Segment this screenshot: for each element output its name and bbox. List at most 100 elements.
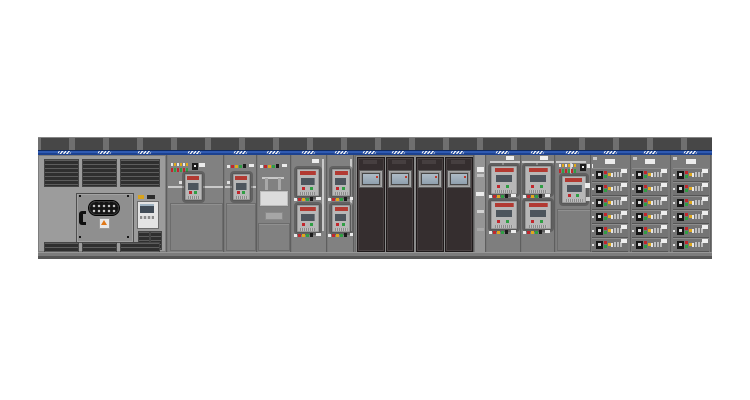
indicator-strip — [523, 230, 551, 236]
mcc-feeder-row — [592, 168, 628, 182]
meter-chip-dark — [147, 195, 155, 199]
mcc-feeder-row — [632, 224, 668, 238]
air-circuit-breaker — [524, 200, 552, 230]
mimic-node — [179, 181, 182, 184]
air-circuit-breaker — [296, 168, 320, 197]
screw-icon — [79, 236, 81, 238]
cable-label — [476, 192, 484, 196]
illustration-canvas — [0, 0, 750, 400]
section-divider — [166, 155, 168, 252]
warning-label-icon — [99, 218, 110, 229]
mcc-feeder-row — [632, 182, 668, 196]
screw-icon — [127, 236, 129, 238]
mcc-feeder-row — [673, 224, 709, 238]
pt-drawer — [259, 190, 289, 207]
mcc-feeder-row — [592, 238, 628, 252]
blank-panel — [557, 209, 591, 251]
mcc-top-chip — [633, 157, 637, 160]
cable-label — [477, 174, 484, 177]
blank-panel — [170, 203, 223, 251]
vent-slot — [392, 160, 406, 164]
drive-display-screen — [421, 173, 439, 185]
power-meter — [137, 201, 159, 229]
nameplate — [265, 212, 283, 220]
mcc-top-chip — [673, 157, 677, 160]
switchgear-lineup — [38, 137, 712, 259]
louver-vent — [120, 159, 160, 187]
mcc-feeder-row — [673, 168, 709, 182]
air-circuit-breaker — [490, 200, 518, 230]
drive-display-bezel — [359, 170, 383, 188]
drive-display-screen — [450, 173, 468, 185]
section-divider — [353, 155, 355, 252]
cable-label — [477, 167, 484, 172]
unit-label — [540, 156, 548, 160]
mcc-feeder-row — [673, 182, 709, 196]
section-divider — [710, 155, 712, 252]
mimic-line — [322, 159, 324, 231]
brand-wordmark-icon — [98, 151, 112, 154]
brand-wordmark-icon — [363, 151, 377, 154]
connector-oval — [88, 200, 120, 216]
brand-wordmark-icon — [267, 151, 281, 154]
section-divider — [670, 155, 672, 252]
air-circuit-breaker — [331, 204, 351, 233]
section-divider — [590, 155, 592, 252]
blank-panel — [226, 203, 256, 251]
indicator-strip — [328, 233, 356, 239]
indicator-strip — [260, 164, 288, 170]
section-divider — [290, 155, 292, 252]
brand-wordmark-icon — [566, 151, 580, 154]
section-divider — [223, 155, 225, 252]
brand-wordmark-icon — [58, 151, 72, 154]
base-plinth — [38, 252, 712, 259]
indicator-strip — [294, 233, 322, 239]
vent-slot — [363, 160, 377, 164]
brand-wordmark-icon — [496, 151, 510, 154]
mcc-feeder-row — [592, 182, 628, 196]
mcc-feeder-row — [632, 238, 668, 252]
mcc-section-label — [645, 159, 655, 164]
indicator-strip — [294, 197, 322, 203]
mcc-feeder-row — [673, 210, 709, 224]
cable-label — [477, 210, 484, 213]
air-circuit-breaker — [296, 204, 320, 233]
section-divider — [485, 155, 487, 252]
indicator-strip — [227, 164, 255, 170]
unit-label — [506, 156, 514, 160]
screw-icon — [79, 195, 81, 197]
section-divider — [256, 155, 258, 252]
brand-wordmark-icon — [302, 151, 316, 154]
brand-wordmark-icon — [684, 151, 698, 154]
louver-vent — [44, 159, 79, 187]
brand-wordmark-icon — [531, 151, 545, 154]
mcc-feeder-row — [632, 210, 668, 224]
mcc-feeder-row — [632, 168, 668, 182]
mcc-top-chip — [593, 157, 597, 160]
mcc-section-label — [686, 159, 696, 164]
drive-display-screen — [391, 173, 409, 185]
meter-chip-yellow — [138, 195, 144, 199]
mcc-feeder-row — [632, 196, 668, 210]
section-divider — [473, 155, 475, 252]
indicator-strip — [489, 230, 517, 236]
indicator-strip — [559, 164, 593, 173]
brand-wordmark-icon — [392, 151, 406, 154]
indicator-strip — [328, 197, 356, 203]
mcc-feeder-row — [673, 238, 709, 252]
drive-display-bezel — [447, 170, 471, 188]
mcc-feeder-row — [592, 224, 628, 238]
drive-display-bezel — [388, 170, 412, 188]
brand-wordmark-icon — [335, 151, 349, 154]
door-handle — [79, 211, 86, 225]
mimic-node — [227, 181, 230, 184]
brand-wordmark-icon — [644, 151, 658, 154]
air-circuit-breaker — [490, 165, 518, 195]
pt-riser — [278, 178, 281, 190]
air-circuit-breaker — [232, 173, 251, 201]
drive-display-screen — [362, 173, 380, 185]
section-divider — [630, 155, 632, 252]
brand-wordmark-icon — [422, 151, 436, 154]
vent-slot — [422, 160, 436, 164]
brand-wordmark-icon — [604, 151, 618, 154]
